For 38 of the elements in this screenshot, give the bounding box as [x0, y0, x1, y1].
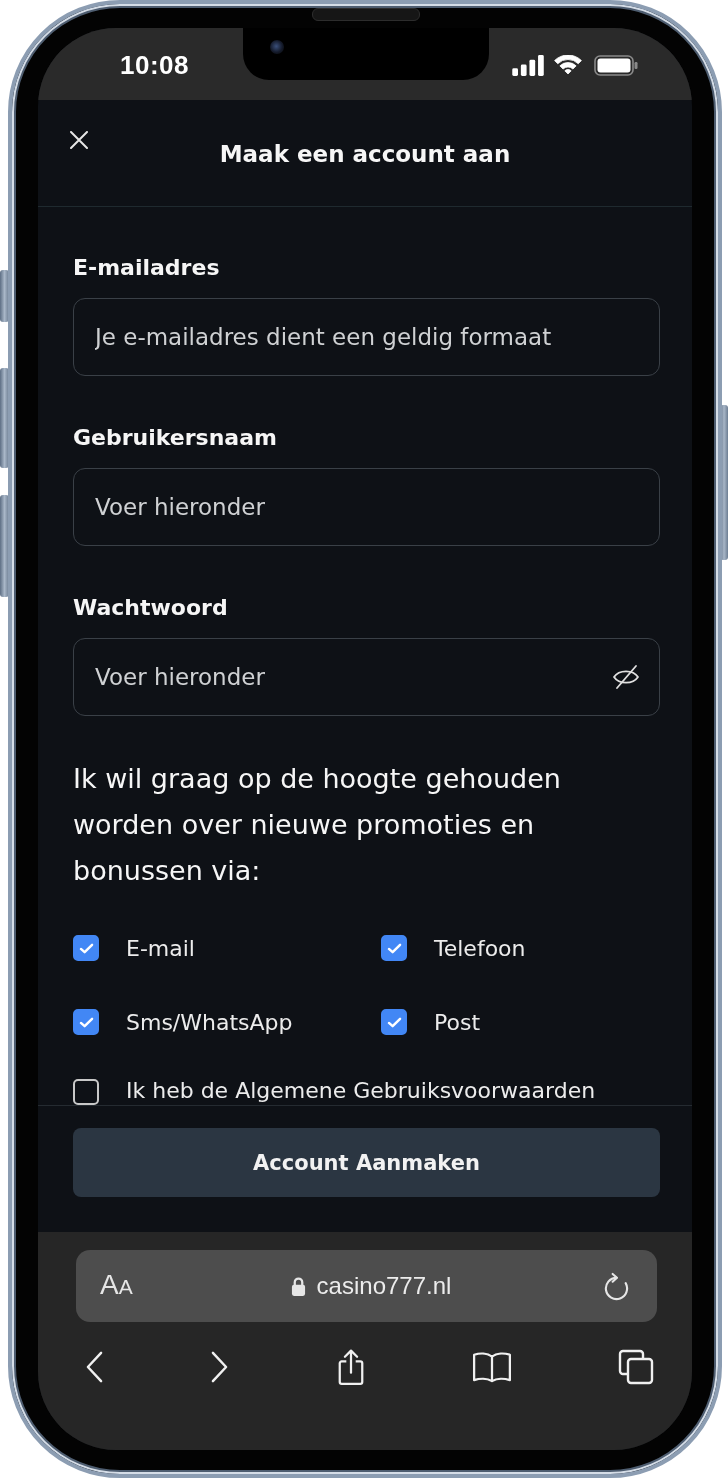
checkbox-label: E-mail	[126, 935, 195, 961]
checkmark-icon	[386, 941, 402, 955]
checkbox-label: Ik heb de Algemene Gebruiksvoorwaarden	[126, 1078, 596, 1104]
checkmark-icon	[78, 941, 94, 955]
forward-icon[interactable]	[210, 1351, 230, 1383]
url-text[interactable]: casino777.nl	[316, 1272, 452, 1300]
input-field[interactable]: Voer hieronder	[73, 468, 660, 546]
submit-button[interactable]: Account Aanmaken	[73, 1128, 660, 1197]
close-icon[interactable]	[70, 131, 88, 149]
checkbox-label: Post	[434, 1009, 481, 1035]
signal-icon	[512, 54, 545, 76]
status-time: 10:08	[120, 49, 189, 81]
checkbox-label: Telefoon	[434, 935, 526, 961]
book-icon[interactable]	[471, 1351, 512, 1383]
field-label: Gebruikersnaam	[73, 424, 278, 452]
input-field[interactable]: Voer hieronder	[73, 638, 660, 716]
checkbox[interactable]	[381, 935, 407, 961]
checkbox[interactable]	[73, 1009, 99, 1035]
address-bar[interactable]: AA casino777.nl	[76, 1250, 657, 1322]
text-size-button[interactable]: AA	[100, 1269, 133, 1303]
tabs-icon[interactable]	[618, 1349, 654, 1385]
checkmark-icon	[78, 1015, 94, 1029]
consent-text: Ik wil graag op de hoogte gehouden worden over nieuwe promoties en bonussen via:	[73, 762, 562, 888]
camera-lens	[270, 40, 284, 54]
checkbox[interactable]	[381, 1009, 407, 1035]
checkbox[interactable]	[73, 1079, 99, 1105]
checkmark-icon	[386, 1015, 402, 1029]
checkbox-label: Sms/WhatsApp	[126, 1009, 293, 1035]
field-label: E-mailadres	[73, 254, 221, 282]
wifi-icon	[554, 55, 582, 75]
back-icon[interactable]	[85, 1351, 104, 1383]
eye-slash-icon[interactable]	[612, 664, 640, 690]
lock-icon	[290, 1275, 306, 1297]
field-label: Wachtwoord	[73, 594, 229, 622]
reload-icon[interactable]	[603, 1271, 630, 1301]
battery-icon	[594, 54, 638, 76]
page-title: Maak een account aan	[219, 140, 511, 169]
checkbox[interactable]	[73, 935, 99, 961]
